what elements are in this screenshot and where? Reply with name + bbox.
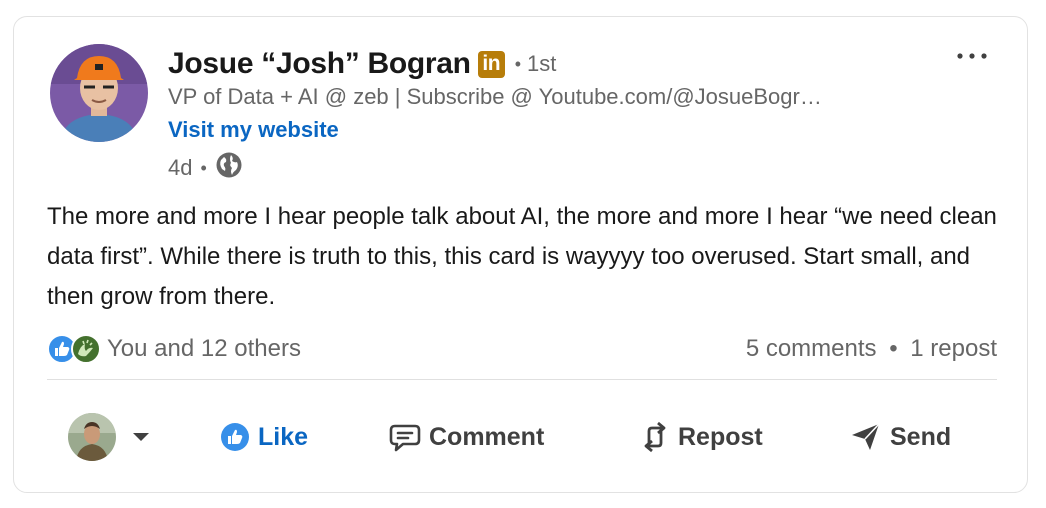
divider xyxy=(47,379,997,380)
send-button[interactable]: Send xyxy=(850,407,951,467)
post-meta: 4d • xyxy=(168,151,243,185)
comment-button[interactable]: Comment xyxy=(389,407,544,467)
reposts-count[interactable]: 1 repost xyxy=(910,335,997,362)
more-options-button[interactable] xyxy=(954,41,990,71)
time-separator: • xyxy=(200,157,207,178)
repost-button[interactable]: Repost xyxy=(640,407,763,467)
like-button[interactable]: Like xyxy=(220,407,308,467)
post-text: The more and more I hear people talk abo… xyxy=(47,203,997,310)
author-avatar[interactable] xyxy=(50,44,148,142)
author-headline: VP of Data + AI @ zeb | Subscribe @ Yout… xyxy=(168,84,822,109)
reactions-summary[interactable]: You and 12 others xyxy=(47,334,301,364)
counts-separator: • xyxy=(889,335,898,362)
linkedin-premium-icon: in xyxy=(477,50,505,78)
visit-website-link[interactable]: Visit my website xyxy=(168,117,339,143)
comments-count[interactable]: 5 comments xyxy=(746,335,877,362)
send-label: Send xyxy=(890,422,952,451)
connection-degree: 1st xyxy=(527,51,557,76)
post-card: Josue “Josh” Bogran in • 1st VP of Data … xyxy=(13,16,1028,493)
actor-avatar xyxy=(68,413,116,461)
like-label: Like xyxy=(258,422,309,451)
action-bar: Like Comment Repost Send xyxy=(14,407,1029,467)
reactions-text[interactable]: You and 12 others xyxy=(107,335,301,363)
globe-icon xyxy=(215,151,243,185)
post-timestamp: 4d xyxy=(168,155,193,180)
celebrate-reaction-icon xyxy=(71,334,101,364)
author-name[interactable]: Josue “Josh” Bogran xyxy=(168,47,471,81)
more-horizontal-icon xyxy=(957,53,987,59)
send-icon xyxy=(852,423,880,450)
repost-icon xyxy=(644,421,666,453)
comment-label: Comment xyxy=(429,422,545,451)
author-name-row: Josue “Josh” Bogran in • 1st xyxy=(168,45,556,83)
caret-down-icon xyxy=(133,433,149,441)
actor-switcher[interactable] xyxy=(68,413,150,461)
degree-separator: • xyxy=(514,53,522,74)
like-icon xyxy=(221,423,249,451)
social-counts: You and 12 others 5 comments • 1 repost xyxy=(47,333,997,365)
comment-icon xyxy=(389,424,421,452)
engagement-counts: 5 comments • 1 repost xyxy=(746,335,997,363)
repost-label: Repost xyxy=(678,422,763,451)
